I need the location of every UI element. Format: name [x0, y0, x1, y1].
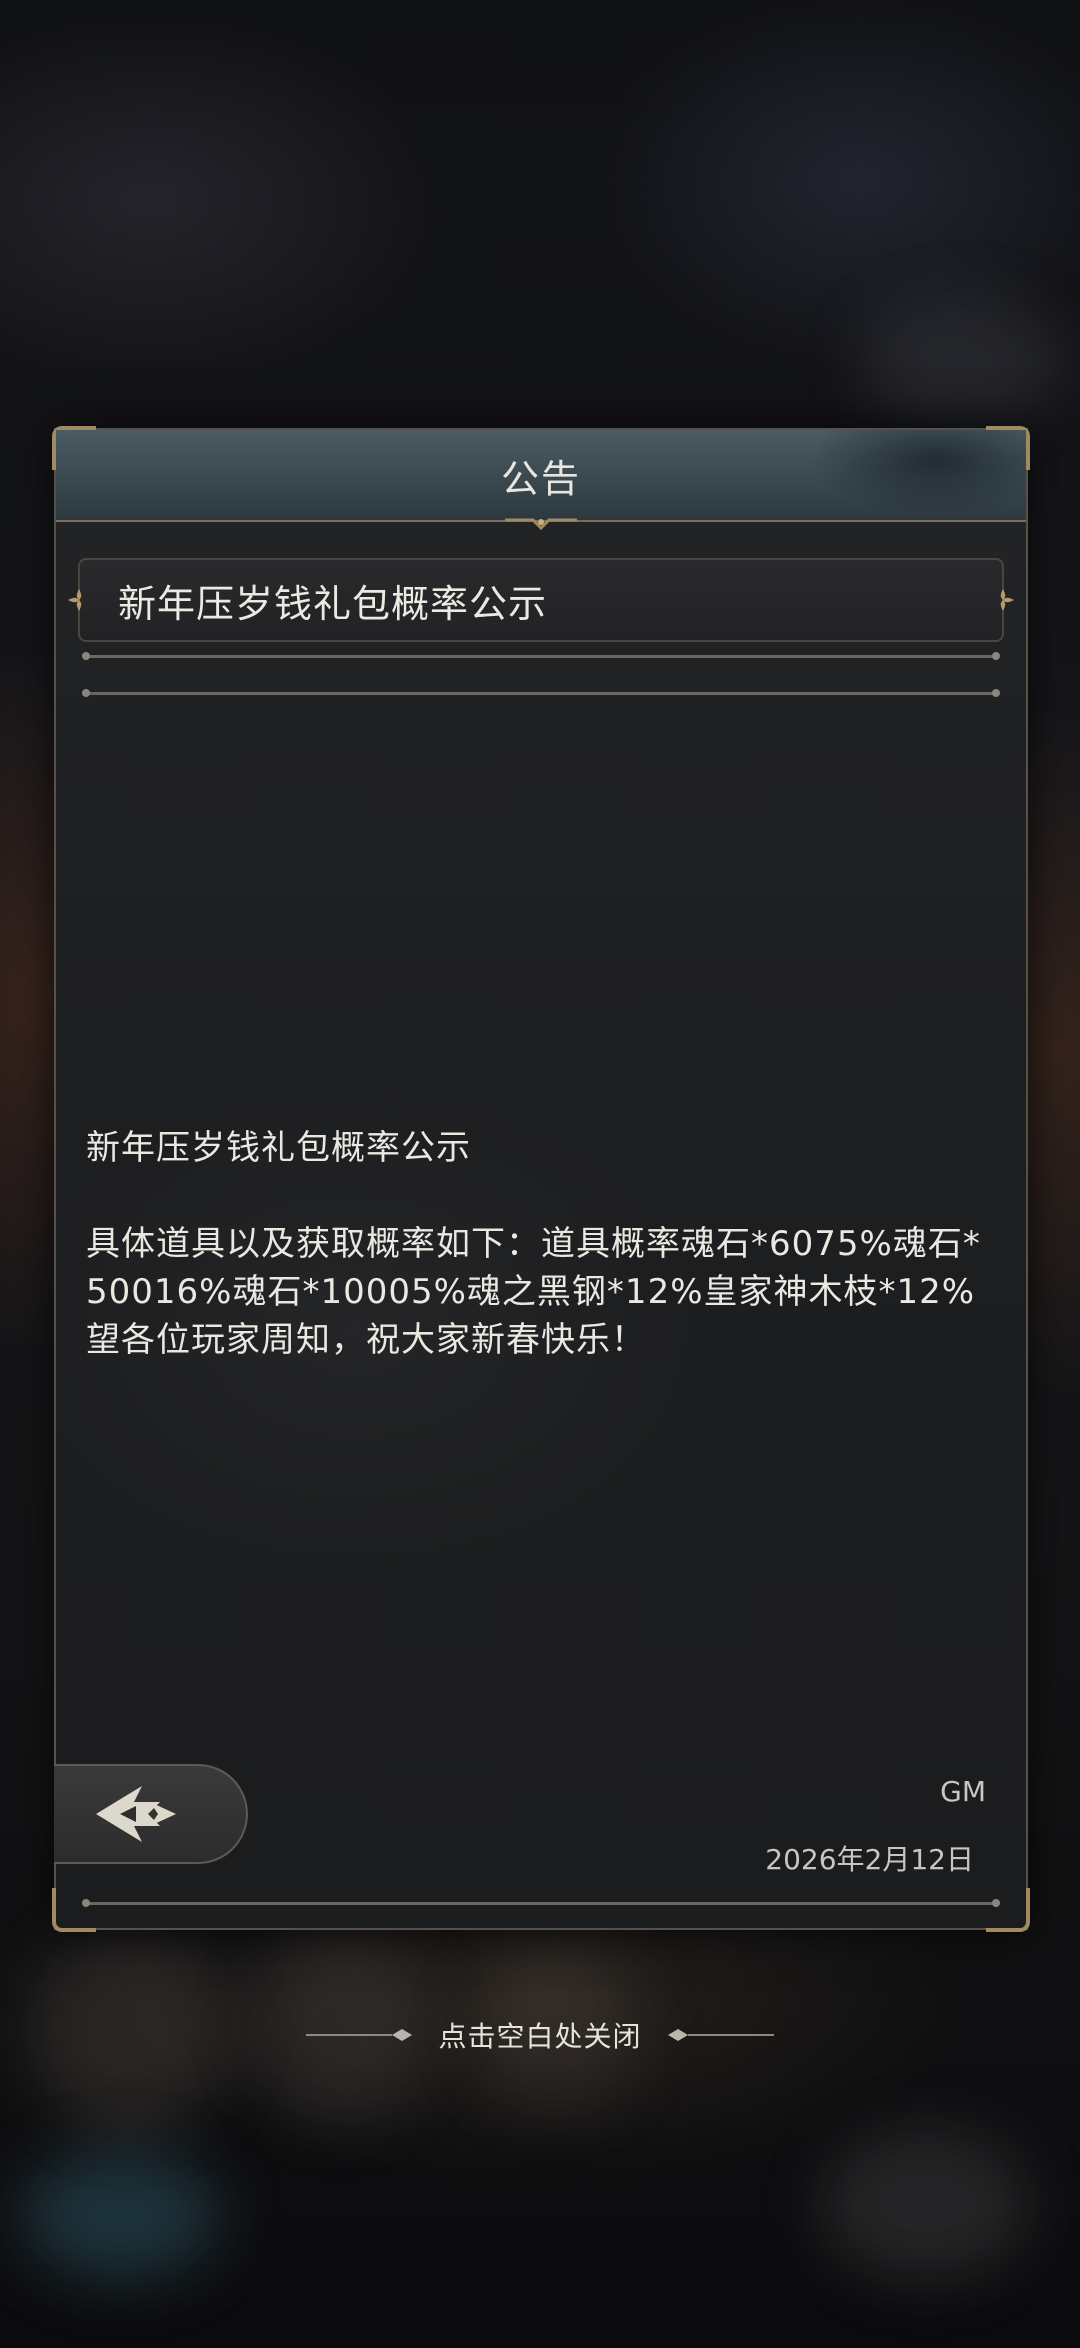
announcement-subject-bar: 新年压岁钱礼包概率公示: [68, 558, 1014, 642]
dialog-header: 公告: [56, 430, 1026, 530]
screen-backdrop[interactable]: 公告 新年压岁钱礼包概率公示 新年压岁钱礼包概率公示 具体道具以及获取概率如下：…: [0, 0, 1080, 2348]
dialog-title: 公告: [500, 456, 581, 501]
hint-ornament-icon: [306, 2029, 413, 2041]
close-hint[interactable]: 点击空白处关闭: [0, 2010, 1080, 2060]
announcement-author: GM: [940, 1775, 986, 1808]
frame-corner: [52, 1888, 96, 1932]
divider: [82, 652, 1000, 660]
back-arrow-icon: [96, 1786, 176, 1842]
frame-corner: [986, 1888, 1030, 1932]
hint-ornament-icon: [667, 2029, 774, 2041]
announcement-heading: 新年压岁钱礼包概率公示: [86, 1128, 471, 1168]
background-blur: [860, 300, 1060, 420]
fleur-ornament-icon: [1000, 589, 1014, 611]
back-button[interactable]: [54, 1764, 248, 1864]
close-hint-label: 点击空白处关闭: [438, 2020, 642, 2053]
background-blur: [20, 2150, 220, 2280]
background-blur: [820, 2130, 1030, 2280]
fleur-ornament-icon: [68, 589, 82, 611]
header-ornament-icon: [505, 518, 577, 530]
divider: [82, 689, 1000, 697]
announcement-date: 2026年2月12日: [765, 1843, 974, 1876]
divider: [82, 1899, 1000, 1907]
announcement-dialog: 公告 新年压岁钱礼包概率公示 新年压岁钱礼包概率公示 具体道具以及获取概率如下：…: [52, 426, 1030, 1932]
announcement-body: 具体道具以及获取概率如下：道具概率魂石*6075%魂石*50016%魂石*100…: [86, 1224, 981, 1360]
announcement-subject: 新年压岁钱礼包概率公示: [118, 581, 548, 626]
